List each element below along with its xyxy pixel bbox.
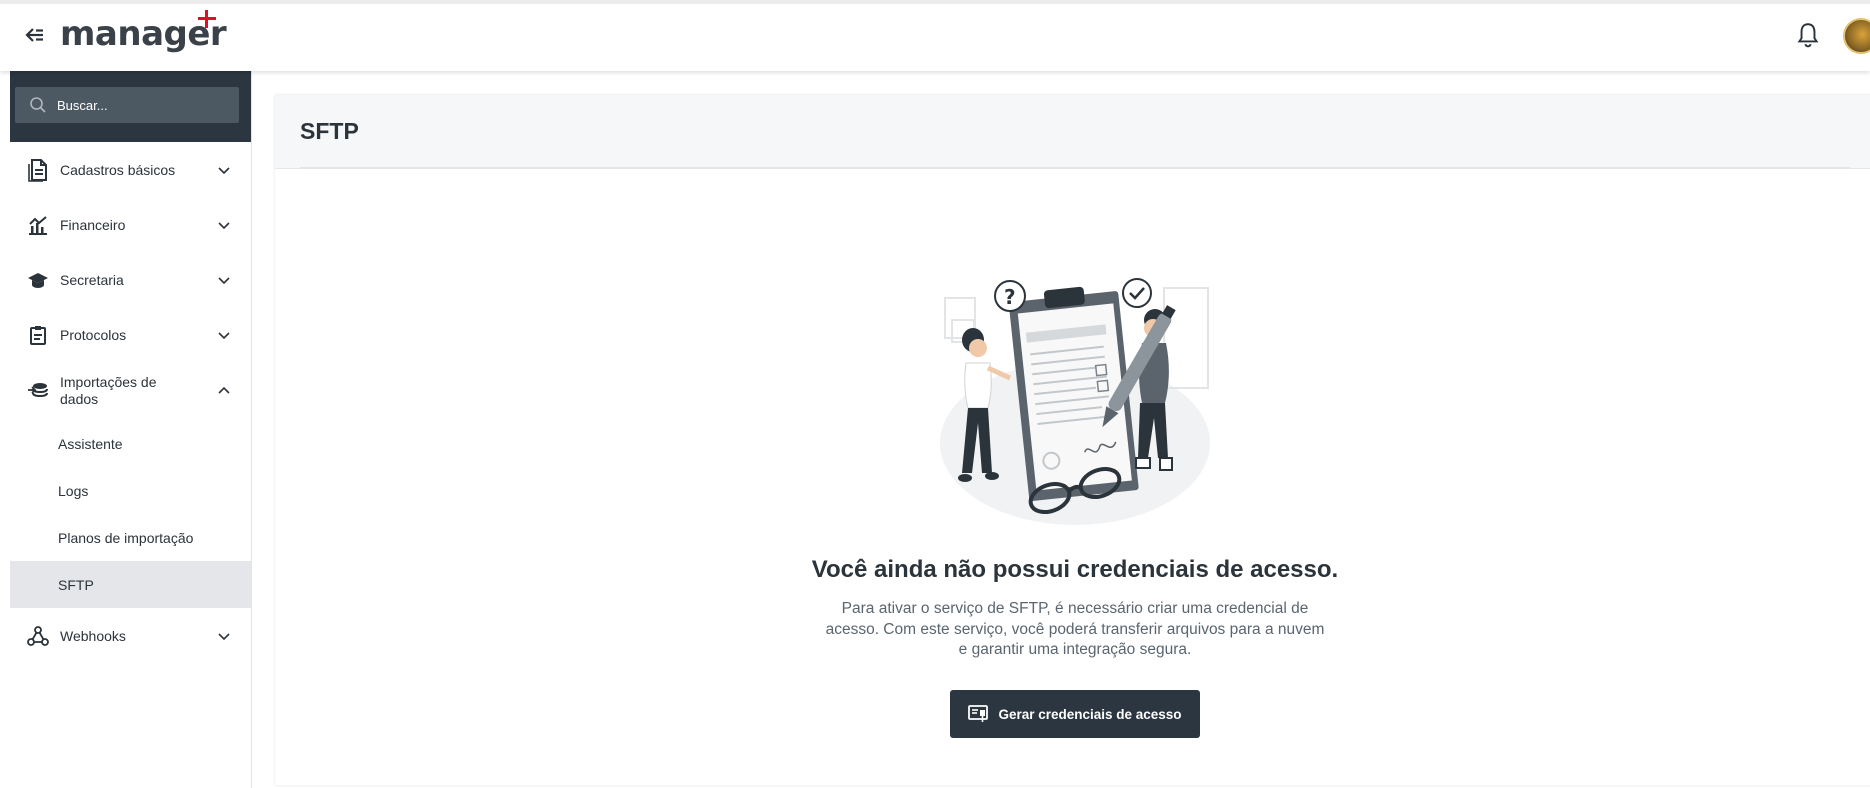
sidebar-item-protocolos[interactable]: Protocolos xyxy=(10,307,251,362)
arrow-left-icon xyxy=(25,28,43,42)
chevron-down-icon xyxy=(218,276,230,284)
logo-plus-icon xyxy=(198,10,216,28)
sidebar-subitem-planos-de-importacao[interactable]: Planos de importação xyxy=(10,514,251,561)
sidebar-subitem-logs[interactable]: Logs xyxy=(10,467,251,514)
sidebar-item-label: Secretaria xyxy=(60,271,124,288)
collapse-menu-button[interactable] xyxy=(22,22,48,48)
top-bar: manager xyxy=(0,0,1870,71)
generate-credentials-label: Gerar credenciais de acesso xyxy=(998,706,1182,722)
bell-icon[interactable] xyxy=(1795,21,1821,49)
sidebar-item-label: Importações de dados xyxy=(60,374,157,407)
sidebar: Buscar... Cadastros básicos Financeiro S… xyxy=(10,71,252,788)
generate-credentials-button[interactable]: Gerar credenciais de acesso xyxy=(950,690,1200,738)
sidebar-item-label: Protocolos xyxy=(60,326,127,343)
chevron-down-icon xyxy=(218,632,230,640)
sidebar-item-cadastros-basicos[interactable]: Cadastros básicos xyxy=(10,142,251,197)
search-input[interactable]: Buscar... xyxy=(15,87,239,123)
empty-state-description: Para ativar o serviço de SFTP, é necessá… xyxy=(825,600,1325,658)
chevron-up-icon xyxy=(218,386,230,394)
sidebar-subitem-assistente[interactable]: Assistente xyxy=(10,420,251,467)
sidebar-search-area: Buscar... xyxy=(10,71,251,142)
chart-icon xyxy=(26,213,50,237)
sidebar-item-label: Cadastros básicos xyxy=(60,161,176,178)
document-icon xyxy=(26,158,50,182)
chevron-down-icon xyxy=(218,221,230,229)
content-header: SFTP xyxy=(275,95,1870,169)
user-avatar[interactable] xyxy=(1843,18,1870,54)
chevron-down-icon xyxy=(218,331,230,339)
sidebar-item-webhooks[interactable]: Webhooks xyxy=(10,608,251,663)
empty-state-title: Você ainda não possui credenciais de ace… xyxy=(811,556,1339,583)
empty-state-illustration: ? xyxy=(940,278,1210,525)
database-import-icon xyxy=(26,379,50,403)
sidebar-item-importacoes-de-dados[interactable]: Importações de dados xyxy=(10,362,251,420)
sidebar-item-label: Financeiro xyxy=(60,216,126,233)
webhook-icon xyxy=(26,624,50,648)
page-title: SFTP xyxy=(300,118,359,144)
clipboard-icon xyxy=(26,323,50,347)
sidebar-subitem-sftp[interactable]: SFTP xyxy=(10,561,251,608)
sidebar-item-financeiro[interactable]: Financeiro xyxy=(10,197,251,252)
sidebar-item-secretaria[interactable]: Secretaria xyxy=(10,252,251,307)
credential-card-icon xyxy=(968,705,989,722)
chevron-down-icon xyxy=(218,166,230,174)
header-divider xyxy=(300,167,1850,169)
svg-text:?: ? xyxy=(1004,285,1016,309)
search-icon xyxy=(30,97,46,113)
search-placeholder: Buscar... xyxy=(57,97,108,113)
sidebar-item-label: Webhooks xyxy=(60,627,126,644)
graduation-cap-icon xyxy=(26,268,50,292)
